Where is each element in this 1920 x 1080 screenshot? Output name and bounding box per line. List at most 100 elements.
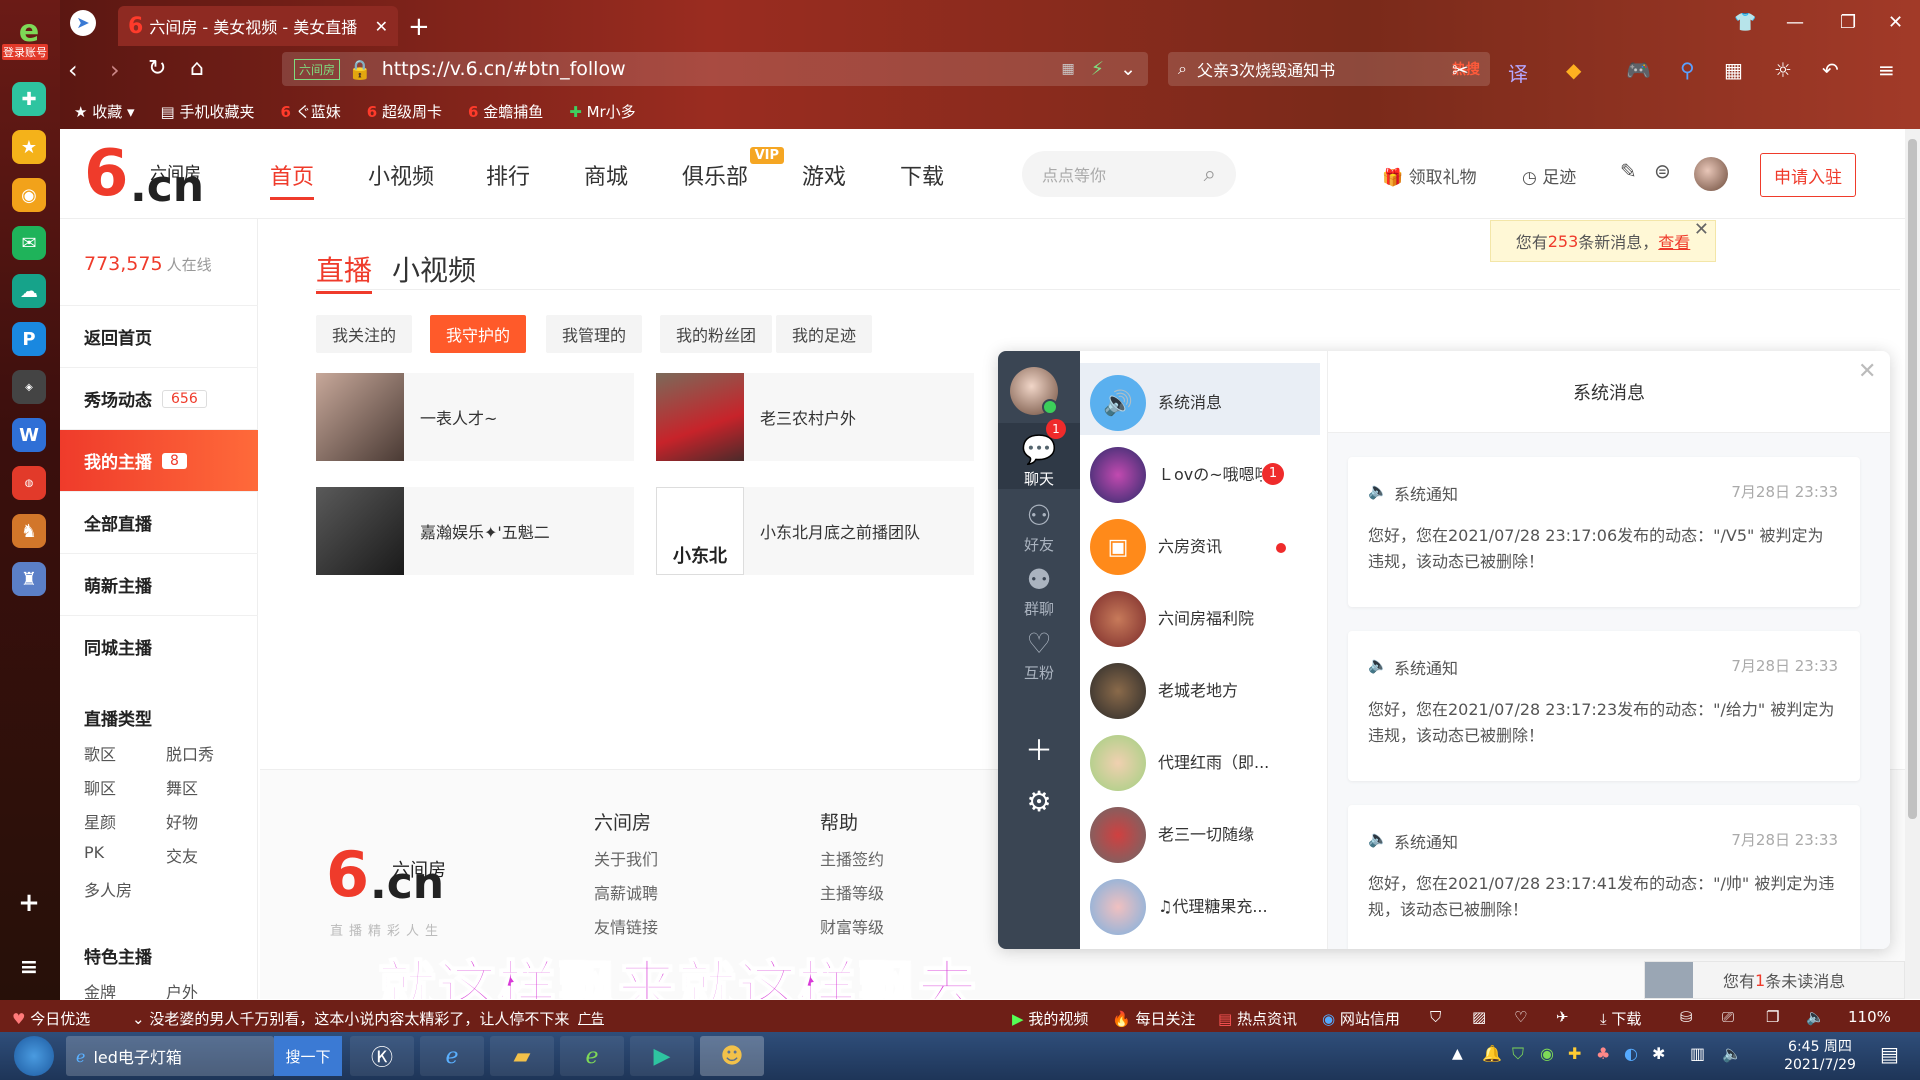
nav-download[interactable]: 下载	[900, 159, 944, 191]
coin-icon[interactable]: ◆	[1566, 58, 1581, 82]
minimize-button[interactable]: —	[1786, 12, 1804, 33]
status-hot-news[interactable]: ▤ 热点资讯	[1218, 1008, 1297, 1029]
window-close-button[interactable]: ✕	[1888, 12, 1903, 33]
cloud-icon[interactable]: ☁	[12, 274, 46, 308]
featured-type[interactable]: 金牌	[84, 979, 116, 999]
conversation-item[interactable]: ▣ 六房资讯	[1080, 507, 1320, 579]
shop-app-icon[interactable]: ◍	[12, 466, 46, 500]
nav-short-video[interactable]: 小视频	[368, 159, 434, 191]
active-app-icon[interactable]: ☻	[700, 1036, 764, 1076]
restore-button[interactable]: ❐	[1840, 12, 1856, 33]
footer-link[interactable]: 关于我们	[594, 846, 658, 870]
live-type[interactable]: 交友	[166, 843, 198, 867]
apps-grid-icon[interactable]: ▦	[1724, 58, 1743, 82]
menu-icon[interactable]: ≡	[12, 950, 46, 984]
stock-app-icon[interactable]: ◈	[12, 370, 46, 404]
live-type[interactable]: 星颜	[84, 809, 116, 833]
anchor-card[interactable]: 嘉瀚娱乐✦'五魁二	[316, 487, 634, 575]
weibo-icon[interactable]: ◉	[12, 178, 46, 212]
shield-icon[interactable]: ⛉	[1430, 1008, 1441, 1026]
live-type[interactable]: 聊区	[84, 775, 116, 799]
send-icon[interactable]: ➤	[70, 10, 96, 36]
status-my-video[interactable]: ▶ 我的视频	[1012, 1008, 1088, 1029]
settings-button[interactable]: ⚙	[998, 785, 1080, 820]
anchor-card[interactable]: 老三农村户外	[656, 373, 974, 461]
bookmark-favorites[interactable]: ★ 收藏 ▾	[74, 101, 135, 122]
tray-bell-icon[interactable]: 🔔	[1482, 1044, 1502, 1063]
home-button[interactable]: ⌂	[190, 56, 204, 81]
anchor-card[interactable]: 一表人才~	[316, 373, 634, 461]
add-button[interactable]: ＋	[998, 729, 1080, 771]
nav-games[interactable]: 游戏	[802, 159, 846, 191]
speed-icon[interactable]: ⚡	[1091, 58, 1104, 80]
rail-groups[interactable]: ⚉ 群聊	[998, 563, 1080, 619]
conversation-item[interactable]: 老城老地方	[1080, 651, 1320, 723]
reload-button[interactable]: ↻	[148, 56, 166, 81]
footer-link[interactable]: 主播等级	[820, 880, 884, 904]
tab-live[interactable]: 直播	[316, 254, 373, 294]
bookmark-1[interactable]: 6 ぐ蓝妹	[281, 101, 341, 122]
browser-task-icon[interactable]: ℯ	[560, 1036, 624, 1076]
live-type[interactable]: 好物	[166, 809, 198, 833]
rail-mutual-fans[interactable]: ♡ 互粉	[998, 627, 1080, 683]
nav-mall[interactable]: 商城	[584, 159, 628, 191]
add-app-icon[interactable]: +	[12, 886, 46, 920]
bookmark-2[interactable]: 6 超级周卡	[367, 101, 442, 122]
p-app-icon[interactable]: P	[12, 322, 46, 356]
browser-tab[interactable]: 6 六间房 - 美女视频 - 美女直播 ✕	[118, 6, 398, 46]
footer-link[interactable]: 财富等级	[820, 914, 884, 938]
image-icon[interactable]: ▨	[1472, 1008, 1486, 1026]
game-app-icon[interactable]: ♞	[12, 514, 46, 548]
conversation-item[interactable]: 代理红雨（即...	[1080, 723, 1320, 795]
tray-bluetooth-icon[interactable]: ✱	[1652, 1044, 1665, 1063]
footer-link[interactable]: 高薪诚聘	[594, 880, 658, 904]
gamepad-icon[interactable]: 🎮	[1626, 58, 1651, 82]
tray-browser-icon[interactable]: ◉	[1540, 1044, 1554, 1063]
sidebar-item-new-anchors[interactable]: 萌新主播	[60, 553, 258, 615]
view-messages-link[interactable]: 查看	[1658, 229, 1690, 253]
live-type[interactable]: PK	[84, 843, 104, 862]
status-daily[interactable]: 🔥 每日关注	[1112, 1008, 1195, 1029]
tip-close-icon[interactable]: ✕	[1694, 219, 1709, 240]
site-logo[interactable]: 6 六间房 .cn	[84, 137, 224, 212]
tray-app-icon[interactable]: ♣	[1596, 1044, 1610, 1063]
document-icon[interactable]: W	[12, 418, 46, 452]
notification-center-icon[interactable]: ▤	[1880, 1042, 1899, 1066]
site-search-input[interactable]: 点点等你 ⌕	[1022, 151, 1236, 197]
start-button[interactable]	[14, 1036, 54, 1076]
conversation-item[interactable]: 老三一切随缘	[1080, 795, 1320, 867]
status-site-credit[interactable]: ◉ 网站信用	[1322, 1008, 1400, 1029]
favorites-star-icon[interactable]: ★	[12, 130, 46, 164]
taskbar-search-task[interactable]: ℯ led电子灯箱	[66, 1036, 274, 1076]
cloud-sync-icon[interactable]: ⛁	[1680, 1008, 1693, 1026]
rail-friends[interactable]: ⚇ 好友	[998, 499, 1080, 555]
new-tab-button[interactable]: +	[408, 12, 430, 42]
brightness-icon[interactable]: ☼	[1774, 58, 1792, 82]
gift-link[interactable]: 🎁 领取礼物	[1382, 163, 1477, 188]
volume-icon[interactable]: 🔈	[1806, 1008, 1825, 1026]
k-app-icon[interactable]: Ⓚ	[350, 1036, 414, 1076]
bookmark-4[interactable]: ✚ Mr小多	[569, 101, 635, 122]
nav-club[interactable]: 俱乐部 VIP	[682, 147, 785, 191]
qr-icon[interactable]: ▦	[1062, 61, 1075, 77]
live-type[interactable]: 多人房	[84, 877, 132, 901]
player-icon[interactable]: ▶	[630, 1036, 694, 1076]
subtab-following[interactable]: 我关注的	[316, 315, 413, 353]
address-bar[interactable]: 六间房 🔒 https://v.6.cn/#btn_follow ▦ ⚡ ⌄	[282, 52, 1148, 86]
back-button[interactable]: ‹	[68, 56, 78, 84]
message-icon[interactable]: ⊜	[1654, 159, 1671, 183]
sidebar-item-home[interactable]: 返回首页	[60, 305, 258, 367]
apply-button[interactable]: 申请入驻	[1760, 153, 1856, 197]
featured-type[interactable]: 户外	[166, 979, 198, 999]
sidebar-item-local-anchors[interactable]: 同城主播	[60, 615, 258, 677]
heart-icon[interactable]: ♡	[1514, 1008, 1527, 1026]
translate-icon[interactable]: 译	[1508, 58, 1528, 87]
find-icon[interactable]: ⚲	[1680, 58, 1695, 82]
game2-app-icon[interactable]: ♜	[12, 562, 46, 596]
conversation-item[interactable]: 六间房福利院	[1080, 579, 1320, 651]
footer-link[interactable]: 友情链接	[594, 914, 658, 938]
address-dropdown-icon[interactable]: ⌄	[1120, 58, 1136, 80]
search-icon[interactable]: ⌕	[1204, 162, 1216, 187]
skin-icon[interactable]: 👕	[1734, 12, 1756, 33]
live-type[interactable]: 歌区	[84, 741, 116, 765]
